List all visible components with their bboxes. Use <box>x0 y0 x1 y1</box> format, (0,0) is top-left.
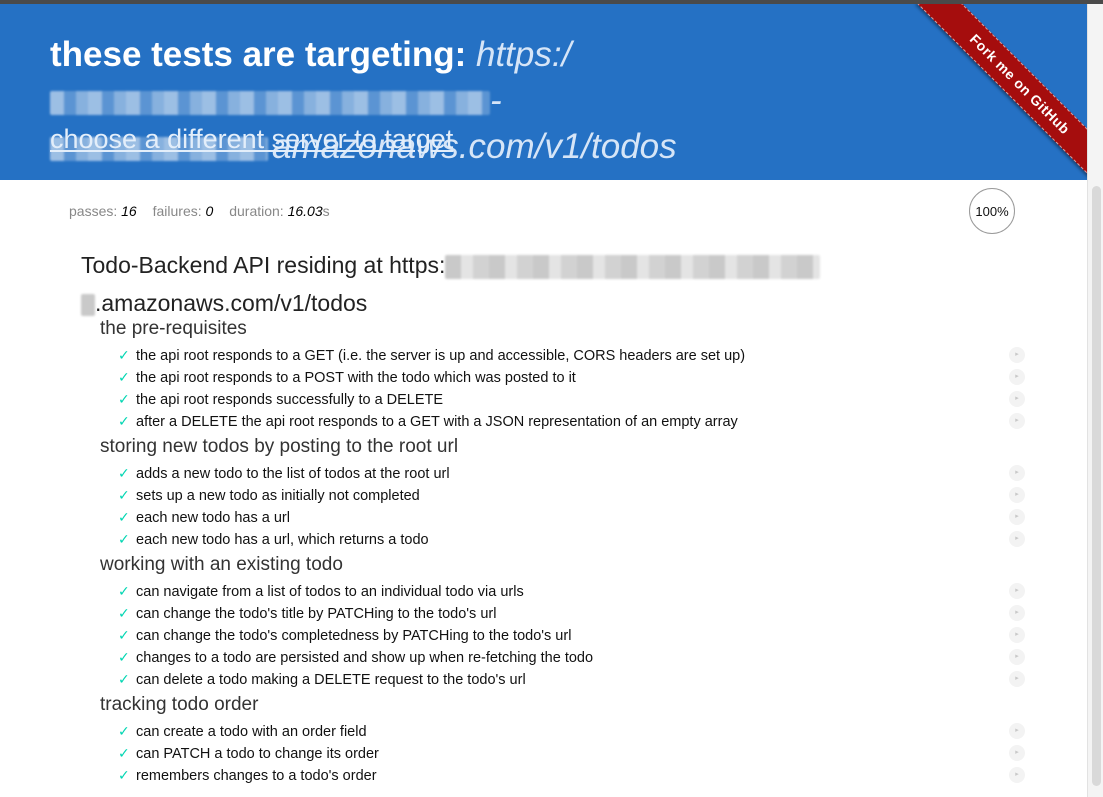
replay-icon[interactable]: ▸ <box>1009 369 1025 385</box>
test-item[interactable]: ✓ the api root responds to a POST with th… <box>118 366 576 388</box>
replay-icon[interactable]: ▸ <box>1009 487 1025 503</box>
suite-title-suffix: .amazonaws.com/v1/todos <box>95 290 368 316</box>
duration-label: duration: <box>229 203 284 219</box>
replay-icon[interactable]: ▸ <box>1009 413 1025 429</box>
test-item[interactable]: ✓ can navigate from a list of todos to an… <box>118 580 524 602</box>
test-item[interactable]: ✓ can delete a todo making a DELETE reque… <box>118 668 526 690</box>
redacted-suite-hostname <box>445 254 821 279</box>
test-title: the api root responds successfully to a … <box>136 392 444 408</box>
target-url-prefix: https:/ <box>475 35 572 74</box>
suite-title[interactable]: Todo-Backend API residing at https: .amaz… <box>81 246 841 322</box>
test-title: adds a new todo to the list of todos at … <box>136 466 450 482</box>
progress-ring: 100% <box>969 188 1015 234</box>
test-item[interactable]: ✓ each new todo has a url, which returns … <box>118 528 429 550</box>
replay-icon[interactable]: ▸ <box>1009 583 1025 599</box>
checkmark-icon: ✓ <box>118 627 130 643</box>
replay-icon[interactable]: ▸ <box>1009 347 1025 363</box>
checkmark-icon: ✓ <box>118 531 130 547</box>
replay-icon[interactable]: ▸ <box>1009 671 1025 687</box>
replay-icon[interactable]: ▸ <box>1009 649 1025 665</box>
checkmark-icon: ✓ <box>118 605 130 621</box>
test-item[interactable]: ✓ can change the todo's title by PATCHing… <box>118 602 496 624</box>
test-title: each new todo has a url, which returns a… <box>136 532 429 548</box>
checkmark-icon: ✓ <box>118 391 130 407</box>
test-item[interactable]: ✓ can create a todo with an order field <box>118 720 367 742</box>
section-title[interactable]: tracking todo order <box>100 694 258 716</box>
test-title: the api root responds to a POST with the… <box>136 370 576 386</box>
test-title: can create a todo with an order field <box>136 724 367 740</box>
failures-count: 0 <box>205 203 214 219</box>
target-url-dash: - <box>490 81 502 120</box>
test-title: can change the todo's title by PATCHing … <box>136 606 497 622</box>
test-item[interactable]: ✓ each new todo has a url <box>118 506 290 528</box>
scrollbar-thumb[interactable] <box>1092 186 1101 786</box>
redacted-hostname <box>50 90 490 115</box>
test-item[interactable]: ✓ after a DELETE the api root responds to… <box>118 410 738 432</box>
replay-icon[interactable]: ▸ <box>1009 465 1025 481</box>
test-title: after a DELETE the api root responds to … <box>136 414 738 430</box>
test-item[interactable]: ✓ can PATCH a todo to change its order <box>118 742 379 764</box>
checkmark-icon: ✓ <box>118 583 130 599</box>
replay-icon[interactable]: ▸ <box>1009 391 1025 407</box>
passes-label: passes: <box>69 203 118 219</box>
section-title[interactable]: storing new todos by posting to the root… <box>100 436 458 458</box>
checkmark-icon: ✓ <box>118 487 130 503</box>
redacted-suite-hostname-continued <box>81 293 95 316</box>
progress-value: 100% <box>975 203 1009 219</box>
scrollbar[interactable] <box>1087 4 1103 797</box>
passes-count: 16 <box>121 203 137 219</box>
checkmark-icon: ✓ <box>118 413 130 429</box>
test-item[interactable]: ✓ can change the todo's completedness by … <box>118 624 571 646</box>
target-label: these tests are targeting: <box>50 35 467 74</box>
test-item[interactable]: ✓ the api root responds successfully to a… <box>118 388 443 410</box>
checkmark-icon: ✓ <box>118 671 130 687</box>
test-title: can PATCH a todo to change its order <box>136 746 379 762</box>
test-stats: passes: 16 failures: 0 duration: 16.03s <box>69 203 330 219</box>
test-title: can delete a todo making a DELETE reques… <box>136 672 526 688</box>
duration-unit: s <box>322 203 330 219</box>
replay-icon[interactable]: ▸ <box>1009 627 1025 643</box>
test-title: changes to a todo are persisted and show… <box>136 650 594 666</box>
test-title: can change the todo's completedness by P… <box>136 628 572 644</box>
failures-label: failures: <box>152 203 202 219</box>
test-title: sets up a new todo as initially not comp… <box>136 488 420 504</box>
replay-icon[interactable]: ▸ <box>1009 723 1025 739</box>
checkmark-icon: ✓ <box>118 369 130 385</box>
replay-icon[interactable]: ▸ <box>1009 531 1025 547</box>
page-header: these tests are targeting: https:/- amazo… <box>0 4 1088 180</box>
checkmark-icon: ✓ <box>118 347 130 363</box>
test-item[interactable]: ✓ the api root responds to a GET (i.e. th… <box>118 344 745 366</box>
change-server-link[interactable]: choose a different server to target <box>50 124 453 155</box>
checkmark-icon: ✓ <box>118 649 130 665</box>
replay-icon[interactable]: ▸ <box>1009 509 1025 525</box>
checkmark-icon: ✓ <box>118 745 130 761</box>
test-title: each new todo has a url <box>136 510 290 526</box>
checkmark-icon: ✓ <box>118 767 130 783</box>
replay-icon[interactable]: ▸ <box>1009 605 1025 621</box>
checkmark-icon: ✓ <box>118 723 130 739</box>
replay-icon[interactable]: ▸ <box>1009 745 1025 761</box>
duration-value: 16.03 <box>287 203 323 219</box>
test-item[interactable]: ✓ changes to a todo are persisted and sho… <box>118 646 593 668</box>
suite-title-prefix: Todo-Backend API residing at https: <box>81 252 446 278</box>
test-title: can navigate from a list of todos to an … <box>136 584 524 600</box>
test-item[interactable]: ✓ sets up a new todo as initially not com… <box>118 484 420 506</box>
test-title: remembers changes to a todo's order <box>136 768 377 784</box>
section-title[interactable]: the pre-requisites <box>100 318 247 340</box>
section-title[interactable]: working with an existing todo <box>100 554 343 576</box>
test-title: the api root responds to a GET (i.e. the… <box>136 348 746 364</box>
test-item[interactable]: ✓ adds a new todo to the list of todos at… <box>118 462 450 484</box>
checkmark-icon: ✓ <box>118 465 130 481</box>
test-item[interactable]: ✓ remembers changes to a todo's order <box>118 764 377 786</box>
replay-icon[interactable]: ▸ <box>1009 767 1025 783</box>
checkmark-icon: ✓ <box>118 509 130 525</box>
